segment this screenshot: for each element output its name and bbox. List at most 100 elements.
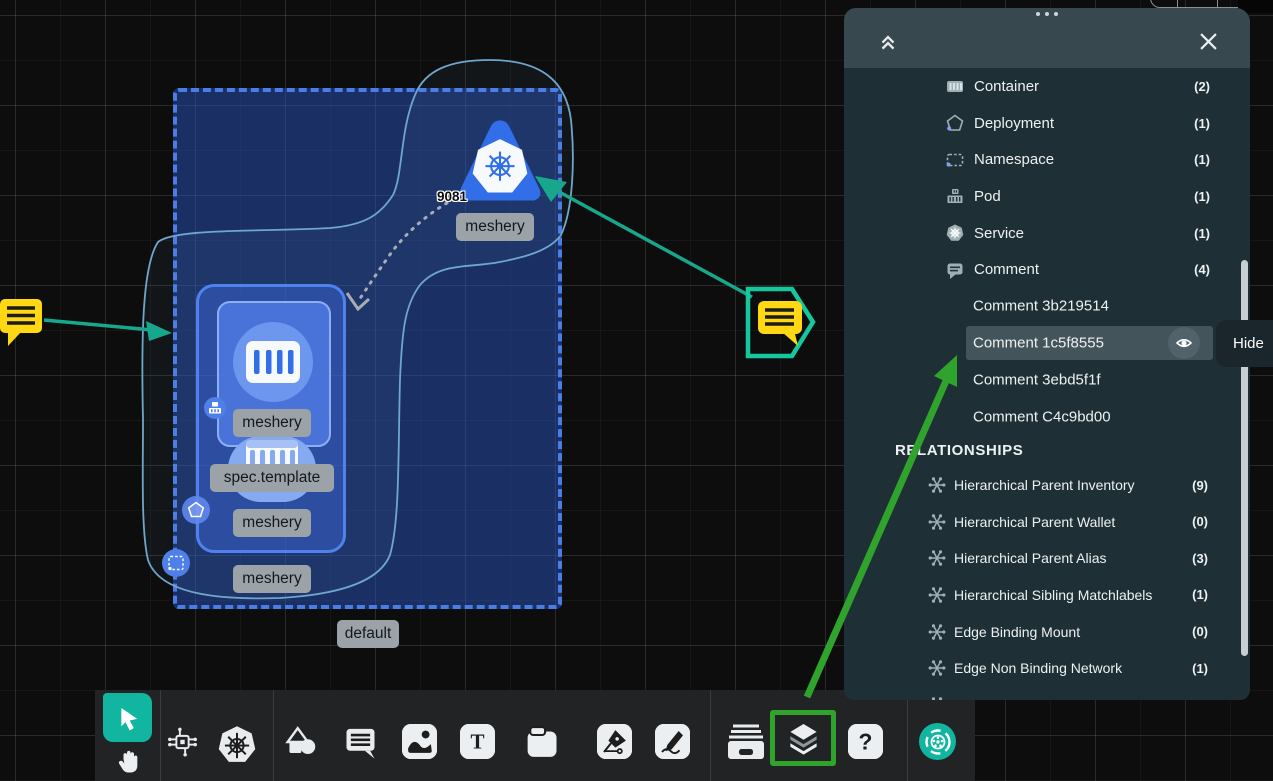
text-tool-button[interactable]: T (460, 724, 495, 759)
layers-tool-button[interactable] (786, 721, 821, 756)
relationship-label: Hierarchical Sibling Matchlabels (954, 587, 1192, 603)
comment-item-row-selected[interactable]: Comment 1c5f8555 (966, 326, 1213, 360)
close-icon (1200, 33, 1217, 50)
pen-tool-button[interactable] (597, 724, 632, 759)
relationship-label: Edge Non Binding Network (954, 660, 1192, 676)
drag-dots-icon[interactable] (1036, 12, 1058, 16)
relationship-icon (927, 512, 947, 532)
component-row-container[interactable]: Container (2) (844, 68, 1250, 105)
container-node[interactable] (233, 322, 313, 402)
relationship-icon (927, 548, 947, 568)
comment-marker-selected[interactable] (744, 284, 820, 367)
relationship-count: (1) (1192, 587, 1208, 602)
comment-item-label: Comment 3b219514 (973, 298, 1109, 315)
relationship-row[interactable]: Edge Non Binding Network (1) (844, 650, 1250, 687)
component-row-comment[interactable]: Comment (4) (844, 251, 1250, 288)
note-tool-button[interactable] (525, 724, 560, 759)
relationship-icon (927, 475, 947, 495)
select-tool-button[interactable] (103, 693, 152, 742)
relationship-row[interactable]: Hierarchical Parent Inventory (9) (844, 467, 1250, 504)
relationship-label: Edge Binding Mount (954, 624, 1192, 640)
comment-item-row[interactable]: Comment 3ebd5f1f (844, 362, 1250, 399)
service-icon (945, 223, 965, 243)
drawer-tool-button[interactable] (725, 724, 767, 759)
panel-header[interactable] (844, 8, 1250, 68)
component-label: Comment (974, 261, 1194, 278)
image-tool-button[interactable] (402, 724, 437, 759)
pod-badge (204, 397, 226, 419)
pen-tool-icon (597, 724, 632, 759)
component-count: (1) (1194, 152, 1210, 167)
pencil-tool-icon (655, 724, 690, 759)
comment-item-row[interactable]: Comment 3b219514 (844, 288, 1250, 325)
comment-tool-button[interactable] (343, 724, 378, 759)
relationship-count: (1) (1192, 661, 1208, 676)
relationship-row[interactable]: Hierarchical Parent Wallet (0) (844, 503, 1250, 540)
image-tool-icon (402, 724, 437, 759)
component-row-pod[interactable]: Pod (1) (844, 178, 1250, 215)
comment-bubble-icon (758, 301, 802, 346)
service-name-label: meshery (456, 213, 534, 241)
relationship-label: Hierarchical Parent Alias (954, 550, 1192, 566)
container-icon (246, 341, 300, 383)
relationships-section-header: RELATIONSHIPS (844, 435, 1250, 467)
help-button[interactable]: ? (848, 724, 883, 759)
collapse-panel-button[interactable] (876, 30, 900, 54)
relationship-row[interactable]: Hierarchical Parent Alias (3) (844, 540, 1250, 577)
comment-marker-left[interactable] (0, 296, 46, 353)
deployment-name-label: meshery (233, 565, 311, 593)
component-count: (1) (1194, 226, 1210, 241)
pencil-tool-button[interactable] (655, 724, 690, 759)
comment-edge-left-arrowhead (146, 321, 172, 341)
component-count: (2) (1194, 79, 1210, 94)
pan-tool-button[interactable] (107, 748, 147, 776)
note-tool-icon (525, 724, 560, 760)
drawer-icon (725, 723, 767, 761)
comment-item-row[interactable]: Comment C4c9bd00 (844, 398, 1250, 435)
relationship-icon (927, 622, 947, 642)
relationship-count: (0) (1192, 624, 1208, 639)
chevrons-up-icon (877, 31, 899, 53)
component-row-deployment[interactable]: Deployment (1) (844, 105, 1250, 142)
relationship-row[interactable]: Edge Binding Mount (0) (844, 613, 1250, 650)
component-row-namespace[interactable]: Namespace (1) (844, 141, 1250, 178)
close-panel-button[interactable] (1196, 29, 1220, 53)
component-row-service[interactable]: Service (1) (844, 215, 1250, 252)
eye-icon (1175, 334, 1193, 352)
component-label: Deployment (974, 115, 1194, 132)
layers-icon (786, 718, 821, 758)
relationship-icon (927, 658, 947, 678)
comment-item-label: Comment 3ebd5f1f (973, 371, 1101, 388)
relationship-row-clipped (844, 686, 1250, 700)
kubernetes-tool-button[interactable] (214, 722, 260, 768)
shapes-tool-button[interactable] (283, 724, 318, 759)
node-graph-tool-button[interactable] (165, 724, 200, 759)
pod-icon (945, 186, 965, 206)
hide-tooltip: Hide (1216, 320, 1273, 367)
node-graph-icon (165, 722, 200, 762)
comment-item-row-selected-wrap: Comment 1c5f8555 (844, 325, 1250, 362)
comment-edge-left (44, 320, 152, 330)
meshery-logo-icon (921, 725, 955, 759)
namespace-badge-icon (166, 553, 186, 573)
pan-hand-icon (113, 748, 141, 776)
panel-body: Container (2) Deployment (1) Namespace (… (844, 68, 1250, 700)
comment-item-label: Comment 1c5f8555 (973, 334, 1104, 351)
component-count: (1) (1194, 189, 1210, 204)
help-icon: ? (848, 724, 883, 759)
relationship-icon (927, 695, 947, 700)
relationship-row[interactable]: Hierarchical Sibling Matchlabels (1) (844, 577, 1250, 614)
component-label: Pod (974, 188, 1194, 205)
select-cursor-icon (113, 703, 143, 733)
bottom-toolbar: T (95, 690, 975, 781)
shapes-icon (283, 723, 318, 761)
meshery-logo-button[interactable] (919, 723, 956, 760)
namespace-name-label: default (337, 620, 399, 648)
deployment-badge-icon (186, 500, 206, 520)
service-port-label: 9081 (437, 189, 467, 204)
relationship-label: Hierarchical Parent Wallet (954, 514, 1192, 530)
visibility-eye-button[interactable] (1168, 327, 1200, 359)
relationship-count: (0) (1192, 514, 1208, 529)
namespace-icon (945, 150, 965, 170)
elements-panel: Container (2) Deployment (1) Namespace (… (844, 8, 1250, 700)
